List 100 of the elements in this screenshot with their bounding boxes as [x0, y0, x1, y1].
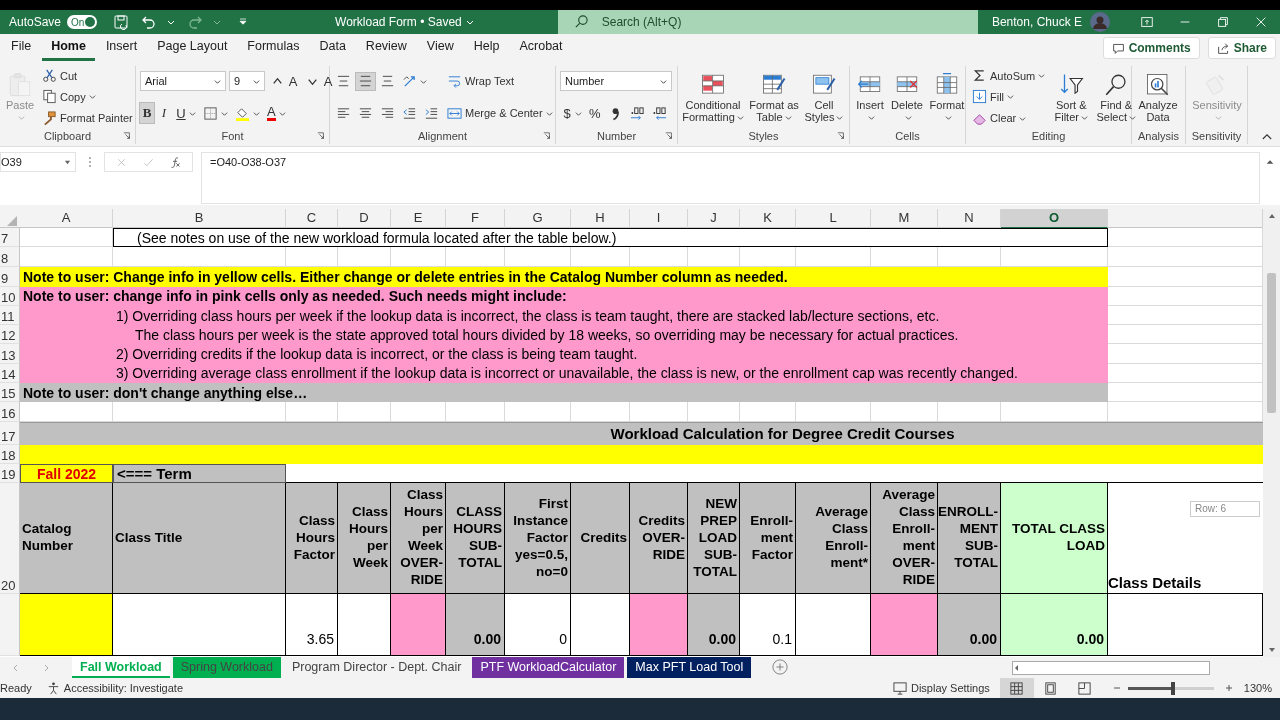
dialog-launcher-icon[interactable] — [123, 132, 131, 140]
formula-field[interactable]: =O40-O38-O37 — [201, 152, 1260, 204]
document-title[interactable]: Workload Form • Saved — [335, 15, 474, 29]
share-button[interactable]: Share — [1207, 37, 1276, 59]
sheet-tab[interactable]: Max PFT Load Tool — [627, 657, 752, 678]
column-header[interactable]: M — [871, 209, 938, 229]
dialog-launcher-icon[interactable] — [317, 132, 325, 140]
italic-button[interactable]: I — [157, 103, 171, 123]
column-header[interactable]: H — [571, 209, 630, 229]
conditional-formatting-button[interactable]: Conditional Formatting — [682, 71, 744, 123]
autosum-button[interactable]: AutoSum — [970, 67, 1048, 85]
row-header[interactable]: 11 — [0, 305, 20, 326]
avatar-icon[interactable] — [1090, 12, 1110, 32]
row-header[interactable]: 18 — [0, 444, 20, 464]
delete-button[interactable]: Delete — [890, 71, 924, 123]
redo-icon[interactable] — [187, 14, 204, 30]
menu-tab[interactable]: Formulas — [238, 35, 309, 61]
number-format-dropdown[interactable]: Number — [560, 71, 672, 91]
column-header[interactable]: F — [446, 209, 505, 229]
menu-tab[interactable]: Acrobat — [510, 35, 572, 61]
collapse-icon[interactable] — [1265, 158, 1275, 166]
dialog-launcher-icon[interactable] — [665, 132, 673, 140]
sort-filter-button[interactable]: Sort & Filter — [1051, 71, 1092, 123]
align-middle-button[interactable] — [356, 72, 375, 90]
horizontal-scrollbar[interactable] — [1012, 661, 1210, 675]
column-header[interactable]: B — [113, 209, 286, 229]
caret-icon[interactable] — [167, 18, 176, 26]
undo-icon[interactable] — [141, 14, 158, 30]
row-header[interactable]: 7 — [0, 228, 20, 248]
format-button[interactable]: Format — [928, 71, 966, 123]
column-header[interactable]: C — [286, 209, 338, 229]
currency-button[interactable]: $ — [560, 103, 584, 123]
restore-icon[interactable] — [1216, 15, 1230, 29]
collapse-ribbon-icon[interactable] — [1262, 133, 1272, 140]
save-icon[interactable] — [113, 14, 130, 30]
menu-tab[interactable]: Insert — [96, 35, 147, 61]
dialog-launcher-icon[interactable] — [543, 132, 551, 140]
shrink-font-button[interactable]: A — [303, 71, 335, 91]
cut-button[interactable]: Cut — [40, 67, 80, 85]
row-header[interactable]: 12 — [0, 325, 20, 345]
copy-button[interactable]: Copy — [40, 88, 98, 106]
format-as-table-button[interactable]: Format as Table — [748, 71, 800, 123]
column-header[interactable]: E — [391, 209, 446, 229]
sheet-tab[interactable]: Program Director - Dept. Chair — [283, 657, 470, 678]
zoom-slider[interactable] — [1127, 686, 1173, 690]
row-header[interactable]: 20 — [0, 483, 20, 595]
analyze-data-button[interactable]: Analyze Data — [1136, 71, 1180, 123]
scroll-down-icon[interactable] — [1266, 646, 1277, 654]
menu-tab[interactable]: View — [417, 35, 463, 61]
font-color-button[interactable]: A — [265, 104, 288, 122]
column-header[interactable]: J — [688, 209, 740, 229]
comments-button[interactable]: Comments — [1102, 37, 1200, 59]
dialog-launcher-icon[interactable] — [837, 132, 845, 140]
row-header[interactable]: 14 — [0, 363, 20, 384]
bold-button[interactable]: B — [140, 103, 154, 123]
row-header[interactable]: 8 — [0, 247, 20, 268]
name-box[interactable]: O39 — [0, 152, 76, 172]
row-header[interactable]: 10 — [0, 286, 20, 306]
cell-styles-button[interactable]: Cell Styles — [804, 71, 844, 123]
scroll-up-icon[interactable] — [1266, 212, 1277, 220]
close-icon[interactable] — [1254, 15, 1268, 29]
function-icon[interactable] — [169, 156, 182, 169]
menu-tab[interactable]: Review — [356, 35, 416, 61]
column-header[interactable]: K — [740, 209, 796, 229]
find-select-button[interactable]: Find & Select — [1095, 71, 1138, 123]
wrap-text-button[interactable]: Wrap Text — [445, 72, 517, 90]
search-field[interactable]: Search (Alt+Q) — [557, 10, 978, 34]
grow-font-button[interactable]: A — [268, 71, 300, 91]
underline-button[interactable]: U — [174, 103, 198, 123]
fill-button[interactable]: Fill — [970, 88, 1017, 106]
row-header[interactable]: 9 — [0, 267, 20, 287]
menu-tab[interactable]: Page Layout — [148, 35, 237, 61]
clear-button[interactable]: Clear — [970, 109, 1029, 127]
autosave-toggle[interactable]: On — [67, 15, 98, 29]
check-icon[interactable] — [142, 156, 155, 169]
font-name-dropdown[interactable]: Arial — [140, 71, 226, 91]
scroll-left-icon[interactable] — [1013, 664, 1021, 672]
row-header[interactable]: 15 — [0, 383, 20, 403]
insert-button[interactable]: Insert — [854, 71, 886, 123]
column-header[interactable]: D — [338, 209, 391, 229]
row-header[interactable]: 13 — [0, 344, 20, 364]
caret-icon[interactable] — [213, 18, 222, 26]
sheet-tab[interactable]: PTF WorkloadCalculator — [472, 657, 625, 678]
zoom-in-icon[interactable] — [1223, 683, 1234, 693]
row-header[interactable]: 19 — [0, 463, 20, 484]
merge-center-button[interactable]: Merge & Center — [445, 104, 555, 122]
menu-tab[interactable]: Data — [310, 35, 355, 61]
percent-button[interactable]: % — [587, 103, 603, 123]
font-size-dropdown[interactable]: 9 — [229, 71, 265, 91]
add-sheet-icon[interactable] — [772, 659, 789, 675]
row-header[interactable]: 17 — [0, 421, 20, 445]
column-header[interactable]: O — [1001, 209, 1108, 229]
column-header[interactable]: I — [630, 209, 688, 229]
drag-handle-icon[interactable] — [88, 156, 92, 168]
normal-view-button[interactable] — [999, 678, 1034, 698]
slider-thumb[interactable] — [1170, 681, 1175, 695]
row-header[interactable]: 16 — [0, 402, 20, 422]
scroll-thumb[interactable] — [1267, 273, 1276, 413]
column-header[interactable]: G — [505, 209, 571, 229]
column-header[interactable]: A — [20, 209, 113, 229]
